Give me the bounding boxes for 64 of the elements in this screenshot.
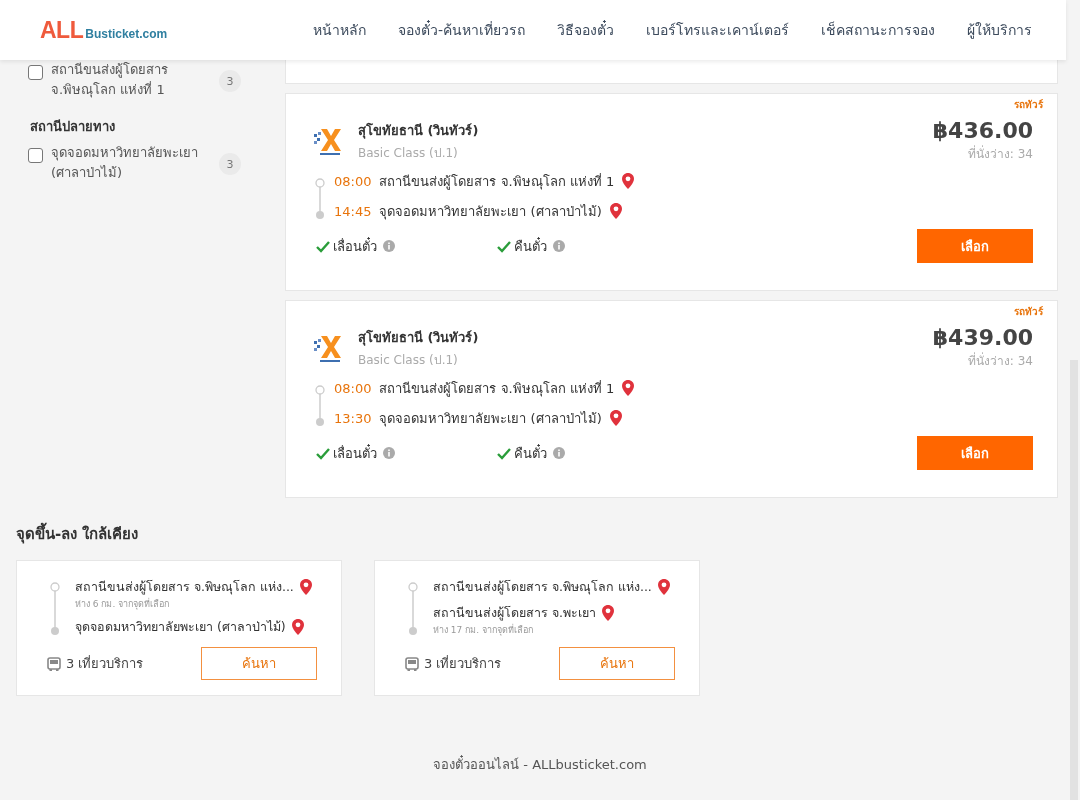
stop-name: จุดจอดมหาวิทยาลัยพะเยา (ศาลาป่าไม้) <box>379 202 602 222</box>
map-pin-icon <box>601 605 614 621</box>
stop-name: จุดจอดมหาวิทยาลัยพะเยา (ศาลาป่าไม้) <box>75 618 286 637</box>
map-pin-icon <box>609 410 622 426</box>
count-badge: 3 <box>219 153 241 175</box>
route-line-drawing <box>314 177 326 221</box>
price: ฿436.00 <box>932 118 1033 143</box>
route-line-drawing <box>314 384 326 428</box>
departure-time: 13:30 <box>334 410 372 426</box>
site-logo[interactable]: ALL Busticket.com <box>40 16 168 44</box>
stop-name: จุดจอดมหาวิทยาลัยพะเยา (ศาลาป่าไม้) <box>379 409 602 429</box>
operator-name: สุโขทัยธานี (วินทัวร์) <box>358 121 479 141</box>
map-pin-icon <box>291 619 304 635</box>
info-icon <box>383 240 395 252</box>
seats-available: ที่นั่งว่าง: 34 <box>966 351 1033 370</box>
stop-name: สถานีขนส่งผู้โดยสาร จ.พิษณุโลก แห่งที่ 1 <box>379 172 615 192</box>
info-icon <box>553 240 565 252</box>
map-pin-icon <box>657 579 670 595</box>
checkbox[interactable] <box>28 148 43 163</box>
trip-count: 3 เที่ยวบริการ <box>424 654 502 673</box>
map-pin-icon <box>299 579 312 595</box>
filter-label: จุดจอดมหาวิทยาลัยพะเยา (ศาลาป่าไม้) <box>51 144 199 182</box>
bus-icon <box>47 656 61 671</box>
filter-label: สถานีขนส่งผู้โดยสาร จ.พิษณุโลก แห่งที่ 1 <box>51 61 169 100</box>
filter-heading: สถานีปลายทาง <box>30 118 116 136</box>
checkbox[interactable] <box>28 65 43 80</box>
bus-class: Basic Class (ป.1) <box>358 351 459 369</box>
stop-name: สถานีขนส่งผู้โดยสาร จ.พิษณุโลก แห่ง... <box>433 578 652 597</box>
nav-link[interactable]: วิธีจองตั๋ว <box>541 19 630 41</box>
route-line-drawing <box>49 581 61 637</box>
feature-label: คืนตั๋ว <box>514 236 547 256</box>
stop-name: สถานีขนส่งผู้โดยสาร จ.พิษณุโลก แห่ง... <box>75 578 294 597</box>
count-badge: 3 <box>219 70 241 92</box>
nav-link[interactable]: เช็คสถานะการจอง <box>805 19 951 41</box>
seats-available: ที่นั่งว่าง: 34 <box>966 144 1033 163</box>
feature-label: คืนตั๋ว <box>514 443 547 463</box>
bus-type-label: รถทัวร์ <box>1014 305 1043 319</box>
price: ฿439.00 <box>932 325 1033 350</box>
nav-link[interactable]: จองตั๋ว-ค้นหาเที่ยวรถ <box>381 19 541 41</box>
info-icon <box>553 447 565 459</box>
trip-count: 3 เที่ยวบริการ <box>66 654 144 673</box>
bus-type-label: รถทัวร์ <box>1014 98 1043 112</box>
map-pin-icon <box>622 380 635 396</box>
footer-text: จองตั๋วออนไลน์ - ALLbusticket.com <box>433 757 647 772</box>
nav-link[interactable]: ผู้ให้บริการ <box>951 19 1048 41</box>
stop-name: สถานีขนส่งผู้โดยสาร จ.พะเยา <box>433 604 596 623</box>
map-pin-icon <box>622 173 635 189</box>
departure-time: 14:45 <box>334 203 372 219</box>
bus-icon <box>405 656 419 671</box>
distance-note: ห่าง 6 กม. จากจุดที่เลือก <box>75 597 171 611</box>
route-line-drawing <box>407 581 419 637</box>
departure-time: 08:00 <box>334 173 372 189</box>
stop-name: สถานีขนส่งผู้โดยสาร จ.พิษณุโลก แห่งที่ 1 <box>379 379 615 399</box>
info-icon <box>383 447 395 459</box>
feature-label: เลื่อนตั๋ว <box>333 443 377 463</box>
departure-time: 08:00 <box>334 380 372 396</box>
feature-label: เลื่อนตั๋ว <box>333 236 377 256</box>
operator-name: สุโขทัยธานี (วินทัวร์) <box>358 328 479 348</box>
section-heading: จุดขึ้น-ลง ใกล้เคียง <box>16 522 1080 546</box>
distance-note: ห่าง 17 กม. จากจุดที่เลือก <box>433 623 534 637</box>
nav-link[interactable]: หน้าหลัก <box>296 19 382 41</box>
nav-link[interactable]: เบอร์โทรและเคาน์เตอร์ <box>630 19 805 41</box>
bus-class: Basic Class (ป.1) <box>358 144 459 162</box>
map-pin-icon <box>609 203 622 219</box>
